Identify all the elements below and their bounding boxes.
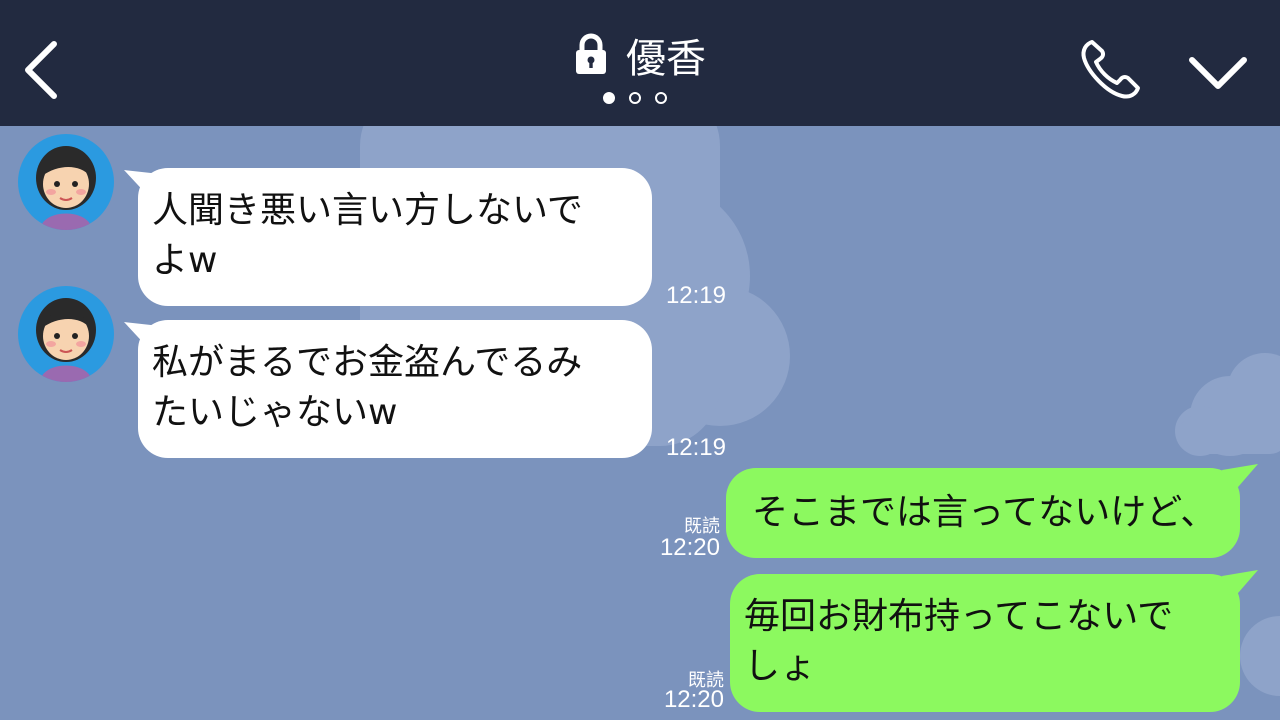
page-dot-3 xyxy=(655,92,667,104)
person-avatar-icon xyxy=(36,298,96,382)
page-dot-2 xyxy=(629,92,641,104)
bubble-tail xyxy=(1222,570,1258,600)
page-indicator xyxy=(603,92,667,104)
avatar[interactable] xyxy=(18,286,114,382)
avatar[interactable] xyxy=(18,134,114,230)
message-bubble[interactable]: 人聞き悪い言い方しないで よw xyxy=(138,168,652,306)
bubble-tail xyxy=(1222,464,1258,494)
phone-icon xyxy=(1081,40,1140,99)
call-button[interactable] xyxy=(1078,36,1144,102)
message-bubble[interactable]: 私がまるでお金盗んでるみ たいじゃないw xyxy=(138,320,652,458)
page-dot-1 xyxy=(603,92,615,104)
message-bubble[interactable]: 毎回お財布持ってこないで しょ xyxy=(730,574,1240,712)
lock-icon xyxy=(576,33,606,74)
message-time: 12:20 xyxy=(663,686,724,713)
menu-button[interactable] xyxy=(1186,52,1250,96)
chat-area[interactable]: 人聞き悪い言い方しないで よw 12:19 私がまるでお金盗んでるみ たいじゃな… xyxy=(0,126,1280,720)
chat-title: 優香 xyxy=(626,36,706,82)
chevron-down-icon xyxy=(1189,57,1247,89)
message-time: 12:19 xyxy=(665,282,726,309)
message-time: 12:19 xyxy=(665,434,726,461)
message-bubble[interactable]: そこまでは言ってないけど、 xyxy=(726,468,1240,558)
person-avatar-icon xyxy=(36,146,96,230)
chat-header: 優香 xyxy=(0,0,1280,126)
message-time: 12:20 xyxy=(659,534,720,561)
